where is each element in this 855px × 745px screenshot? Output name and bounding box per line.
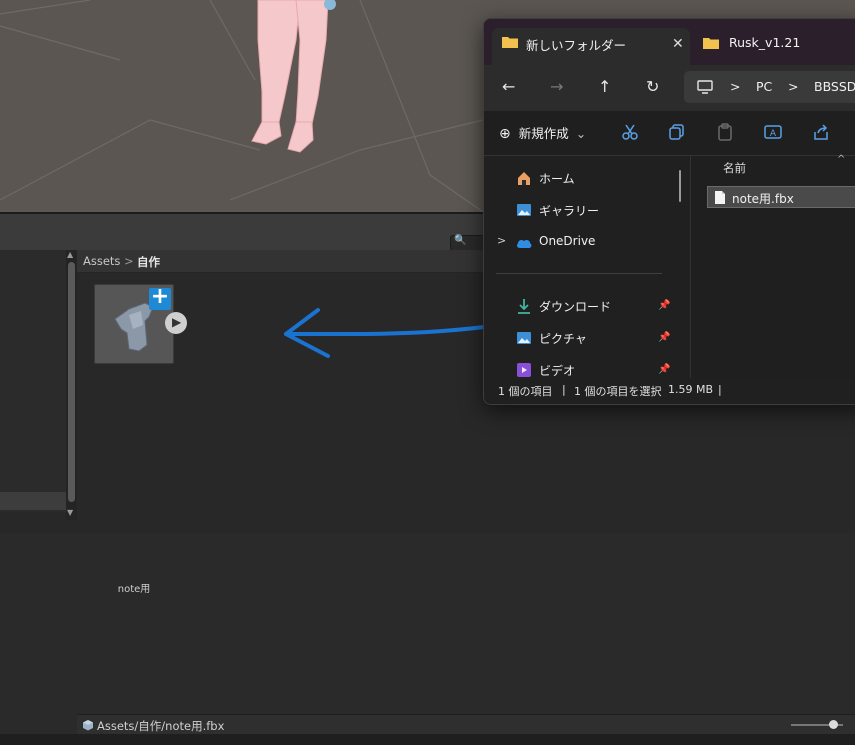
rename-icon[interactable]: A: [764, 123, 782, 141]
model-file-icon: [83, 720, 93, 731]
share-icon[interactable]: [812, 123, 830, 141]
nav-item-home[interactable]: ホーム: [484, 168, 674, 188]
explorer-navigation-pane[interactable]: ホーム ギャラリー > OneDrive ダウンロード 📌 ピクチャ 📌 ビデオ…: [484, 156, 689, 378]
nav-item-label: ダウンロード: [539, 300, 612, 314]
pin-icon[interactable]: 📌: [658, 364, 670, 375]
close-tab-icon[interactable]: ✕: [672, 36, 684, 52]
chevron-down-icon: ⌄: [575, 126, 587, 141]
expand-chevron-icon[interactable]: >: [497, 234, 506, 247]
address-pc[interactable]: PC: [756, 79, 772, 94]
status-separator: |: [562, 383, 566, 396]
status-separator: |: [718, 383, 722, 396]
svg-text:A: A: [770, 129, 777, 139]
cloud-icon: [516, 239, 532, 248]
file-name: note用.fbx: [732, 192, 794, 206]
gallery-icon: [517, 204, 531, 216]
plus-circle-icon: ⊕: [499, 126, 511, 142]
address-drive[interactable]: BBSSD: [814, 79, 855, 94]
file-icon: [715, 191, 725, 204]
cut-icon[interactable]: [621, 123, 639, 141]
back-button[interactable]: ←: [502, 77, 515, 96]
pin-icon[interactable]: 📌: [658, 300, 670, 311]
refresh-button[interactable]: ↻: [646, 77, 659, 96]
nav-item-label: ビデオ: [539, 364, 576, 378]
home-icon: [518, 172, 530, 185]
nav-item-label: ギャラリー: [539, 204, 600, 218]
explorer-tab-bar: 新しいフォルダー ✕ Rusk_v1.21: [484, 19, 855, 65]
selected-asset-path: Assets/自作/note用.fbx: [97, 719, 225, 733]
icon-size-slider-knob[interactable]: [829, 720, 838, 729]
nav-item-label: ホーム: [539, 172, 575, 186]
folder-icon: [502, 37, 518, 48]
explorer-nav-bar: ← → ↑ ↻ > PC > BBSSD: [484, 65, 855, 111]
item-count: 1 個の項目: [498, 385, 553, 398]
explorer-status-bar: 1 個の項目 | 1 個の項目を選択 1.59 MB |: [484, 378, 855, 404]
tab-rusk[interactable]: Rusk_v1.21: [699, 33, 855, 57]
nav-item-pictures[interactable]: ピクチャ 📌: [484, 328, 674, 348]
forward-button[interactable]: →: [550, 77, 563, 96]
file-explorer-window[interactable]: 新しいフォルダー ✕ Rusk_v1.21 ← → ↑ ↻ > PC > BBS…: [483, 18, 855, 405]
file-row-selected[interactable]: note用.fbx: [707, 186, 855, 208]
new-button[interactable]: ⊕ 新規作成 ⌄: [499, 123, 586, 142]
computer-icon: [697, 80, 713, 94]
selected-size: 1.59 MB: [668, 383, 714, 396]
project-status-bar: Assets/自作/note用.fbx: [77, 714, 855, 735]
copy-icon[interactable]: [668, 123, 686, 141]
up-button[interactable]: ↑: [598, 77, 611, 96]
nav-item-label: OneDrive: [539, 234, 596, 248]
nav-item-downloads[interactable]: ダウンロード 📌: [484, 296, 674, 316]
nav-divider: [496, 273, 662, 274]
download-icon: [518, 299, 530, 314]
tab-label: Rusk_v1.21: [729, 35, 801, 50]
pictures-icon: [517, 332, 531, 344]
explorer-command-bar: ⊕ 新規作成 ⌄ A: [484, 111, 855, 156]
new-button-label: 新規作成: [518, 126, 569, 141]
tab-new-folder[interactable]: 新しいフォルダー ✕: [492, 28, 690, 65]
folder-icon: [703, 38, 719, 49]
pin-icon[interactable]: 📌: [658, 332, 670, 343]
nav-item-videos[interactable]: ビデオ 📌: [484, 360, 674, 380]
nav-item-gallery[interactable]: ギャラリー: [484, 200, 674, 220]
address-separator: >: [730, 79, 741, 94]
column-header-name[interactable]: 名前: [723, 160, 746, 176]
window-bottom-edge: [0, 734, 855, 745]
nav-pane-scrollbar[interactable]: [679, 170, 681, 202]
address-bar[interactable]: > PC > BBSSD: [684, 71, 855, 103]
asset-label[interactable]: note用: [94, 580, 174, 595]
file-list-pane[interactable]: 名前 ^ note用.fbx: [691, 154, 855, 378]
nav-item-label: ピクチャ: [539, 332, 587, 346]
tab-label: 新しいフォルダー: [526, 38, 627, 53]
address-separator: >: [788, 79, 799, 94]
video-icon: [517, 363, 531, 377]
paste-icon[interactable]: [716, 123, 734, 141]
nav-item-onedrive[interactable]: > OneDrive: [484, 232, 674, 252]
selected-count: 1 個の項目を選択: [574, 385, 662, 398]
sort-indicator-icon: ^: [837, 154, 846, 165]
